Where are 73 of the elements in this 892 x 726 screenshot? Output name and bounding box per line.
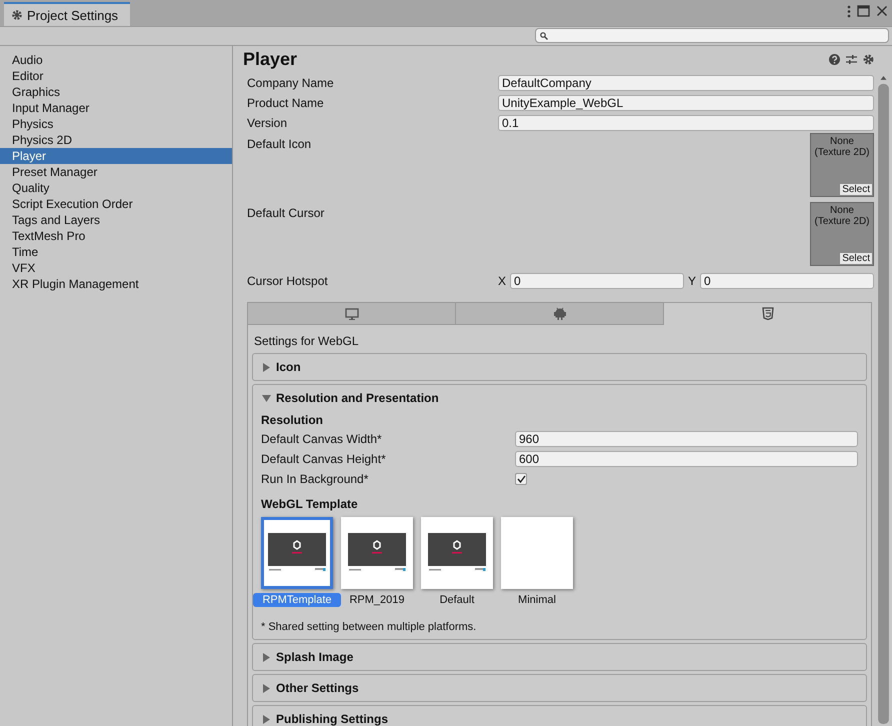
sidebar-item[interactable]: Tags and Layers: [0, 212, 232, 228]
select-button[interactable]: Select: [839, 252, 873, 265]
sidebar-item[interactable]: Audio: [0, 52, 232, 68]
field-label: Run In Background*: [261, 472, 370, 486]
footnote: * Shared setting between multiple platforms.: [261, 621, 478, 633]
section-header[interactable]: Other Settings: [253, 675, 866, 701]
subheading: Resolution: [261, 412, 324, 429]
template-thumbnail[interactable]: [501, 517, 573, 589]
search-icon: [540, 32, 548, 40]
field-label: Version: [247, 116, 288, 130]
settings-icon[interactable]: [863, 54, 874, 65]
platform-tab[interactable]: [456, 303, 664, 325]
page-title: Player: [243, 49, 298, 70]
text-field[interactable]: 0.1: [498, 115, 874, 131]
template-name[interactable]: Default: [436, 593, 478, 607]
texture-slot[interactable]: None (Texture 2D) Select: [810, 133, 874, 197]
checkbox[interactable]: [515, 473, 527, 485]
text-field[interactable]: UnityExample_WebGL: [498, 95, 874, 111]
field-label: Cursor Hotspot: [247, 274, 329, 288]
axis-label: Y: [688, 274, 696, 288]
help-icon[interactable]: [829, 54, 840, 65]
field-label: Company Name: [247, 76, 335, 90]
axis-label: X: [498, 274, 506, 288]
sidebar-item[interactable]: VFX: [0, 260, 232, 276]
sidebar-item[interactable]: Graphics: [0, 84, 232, 100]
field-label: Default Icon: [247, 136, 312, 153]
maximize-icon[interactable]: [857, 5, 870, 17]
window-tab[interactable]: Project Settings: [4, 2, 130, 26]
template-thumbnail[interactable]: [421, 517, 493, 589]
template-preview-drawing: [427, 533, 487, 573]
template-thumbnail[interactable]: [261, 517, 333, 589]
sidebar-item[interactable]: Physics: [0, 116, 232, 132]
section-header[interactable]: Icon: [253, 354, 866, 380]
subheading: WebGL Template: [261, 496, 359, 513]
field-label: Product Name: [247, 96, 325, 110]
html5-icon: [762, 307, 774, 320]
sliders-icon[interactable]: [846, 54, 857, 65]
sidebar-item[interactable]: Script Execution Order: [0, 196, 232, 212]
close-icon[interactable]: [876, 5, 888, 17]
text-field[interactable]: 0: [700, 273, 874, 289]
sidebar-item[interactable]: Editor: [0, 68, 232, 84]
sidebar-item[interactable]: XR Plugin Management: [0, 276, 232, 292]
select-button[interactable]: Select: [839, 183, 873, 196]
text-field[interactable]: 0: [510, 273, 684, 289]
field-label: Default Cursor: [247, 205, 326, 222]
sidebar-item[interactable]: Time: [0, 244, 232, 260]
texture-slot[interactable]: None (Texture 2D) Select: [810, 202, 874, 266]
section-heading: Settings for WebGL: [253, 333, 360, 350]
text-field[interactable]: 600: [515, 451, 858, 467]
template-thumbnail[interactable]: [341, 517, 413, 589]
sidebar-item[interactable]: TextMesh Pro: [0, 228, 232, 244]
text-field[interactable]: DefaultCompany: [498, 75, 874, 91]
field-label: Default Canvas Width*: [261, 432, 383, 446]
monitor-icon: [344, 308, 358, 320]
template-name[interactable]: Minimal: [514, 593, 560, 607]
sidebar-item[interactable]: Input Manager: [0, 100, 232, 116]
sidebar-item[interactable]: Physics 2D: [0, 132, 232, 148]
gear-icon: [11, 9, 23, 21]
template-preview-drawing: [347, 533, 407, 573]
sidebar-item[interactable]: Preset Manager: [0, 164, 232, 180]
sidebar-item[interactable]: Player: [0, 148, 232, 164]
sidebar-item[interactable]: Quality: [0, 180, 232, 196]
text-field[interactable]: 960: [515, 431, 858, 447]
section-header[interactable]: Resolution and Presentation: [253, 385, 866, 411]
template-name[interactable]: RPM_2019: [345, 593, 409, 607]
template-name[interactable]: RPMTemplate: [253, 593, 341, 607]
search-field[interactable]: [535, 28, 889, 43]
field-label: Default Canvas Height*: [261, 452, 387, 466]
more-icon[interactable]: [847, 5, 851, 18]
section-header[interactable]: Splash Image: [253, 644, 866, 670]
android-icon: [554, 307, 566, 320]
section-header[interactable]: Publishing Settings: [253, 706, 866, 726]
template-preview-drawing: [267, 533, 327, 573]
